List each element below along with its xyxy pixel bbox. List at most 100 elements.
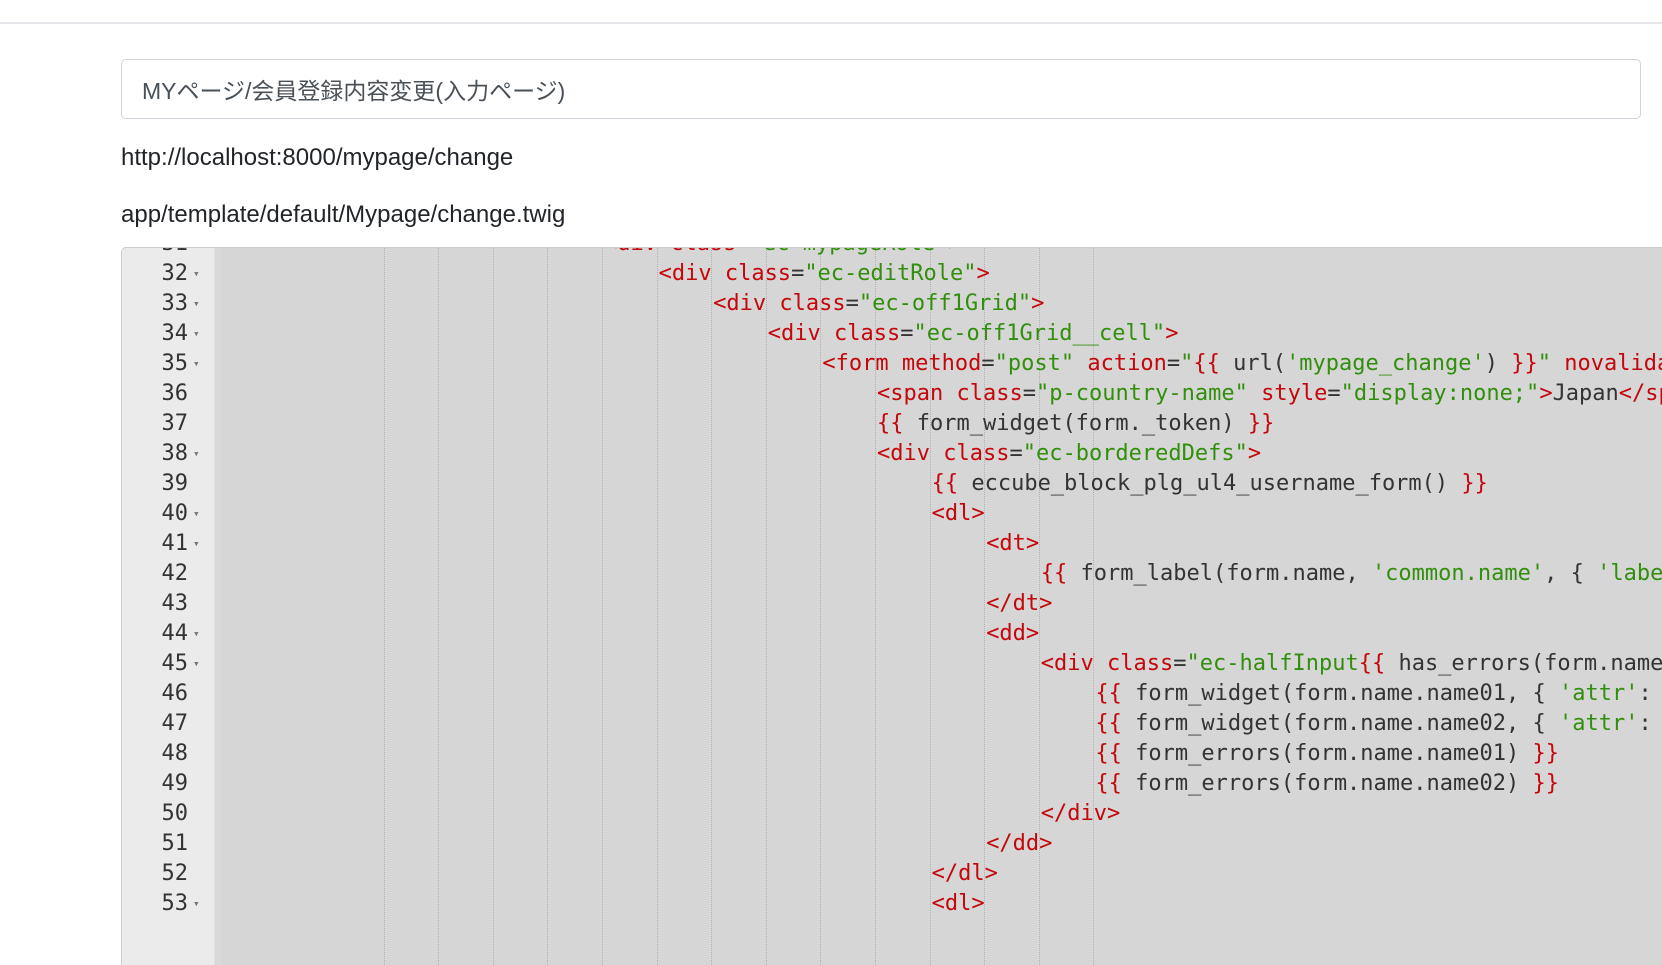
fold-arrow-icon[interactable]: ▾: [193, 319, 207, 349]
code-token: </div>: [1040, 801, 1121, 826]
code-line[interactable]: {{ form_widget(form.name.name02, { 'attr…: [1095, 709, 1662, 739]
code-line[interactable]: {{ form_widget(form.name.name01, { 'attr…: [1095, 679, 1662, 709]
fold-arrow-icon[interactable]: ▾: [193, 259, 207, 289]
code-line[interactable]: <form method="post" action="{{ url('mypa…: [822, 349, 1662, 379]
code-token: 'attr': [1558, 711, 1639, 736]
code-line[interactable]: {{ form_errors(form.name.name02) }}: [1095, 769, 1559, 799]
code-line[interactable]: <dt>: [986, 529, 1039, 559]
code-line[interactable]: <div class="ec-borderedDefs">: [877, 439, 1261, 469]
code-token: <div: [604, 248, 670, 256]
code-token: {{: [1095, 681, 1122, 706]
code-token: "p-country-name": [1035, 381, 1248, 406]
code-token: {{: [1095, 711, 1122, 736]
line-number: 44: [161, 621, 189, 646]
code-line[interactable]: {{ form_widget(form._token) }}: [877, 409, 1274, 439]
code-line[interactable]: <div class="ec-editRole">: [659, 259, 990, 289]
code-token: <form: [822, 351, 902, 376]
code-token: =: [1009, 441, 1023, 466]
code-token: }}: [1532, 771, 1560, 796]
code-token: form_widget(form._token): [903, 411, 1248, 436]
code-token: has_errors(form.name.name01, form.name.n…: [1398, 651, 1662, 676]
code-line[interactable]: </dl>: [932, 859, 998, 889]
code-token: "ec-halfInput: [1186, 651, 1359, 676]
editor-code-area[interactable]: <div class="ec-mypageRole"><div class="e…: [221, 248, 1662, 965]
line-number: 39: [161, 471, 189, 496]
code-line[interactable]: </dd>: [986, 829, 1052, 859]
fold-arrow-icon[interactable]: ▾: [193, 248, 207, 259]
fold-arrow-icon[interactable]: ▾: [193, 349, 207, 379]
indent-guide: [711, 248, 713, 965]
indent-guide: [656, 248, 658, 965]
code-token: action: [1087, 351, 1167, 376]
fold-arrow-icon[interactable]: ▾: [193, 529, 207, 559]
code-token: =: [1022, 381, 1036, 406]
code-token: </dl>: [931, 861, 998, 886]
code-line[interactable]: <dd>: [986, 619, 1039, 649]
code-line[interactable]: <dl>: [932, 889, 985, 919]
code-token: =: [900, 321, 914, 346]
code-line[interactable]: <div class="ec-off1Grid__cell">: [768, 319, 1179, 349]
code-token: form_errors(form.name.name02): [1121, 771, 1533, 796]
fold-arrow-icon[interactable]: ▾: [193, 499, 207, 529]
fold-arrow-icon[interactable]: ▾: [193, 439, 207, 469]
code-line[interactable]: <span class="p-country-name" style="disp…: [877, 379, 1662, 409]
top-divider: [0, 22, 1662, 24]
line-number: 42: [161, 561, 189, 586]
code-token: }}: [1461, 471, 1488, 496]
code-token: >: [1539, 381, 1553, 406]
code-token: "ec-mypageRole": [750, 248, 949, 256]
code-token: 'label_attr': [1597, 561, 1662, 586]
code-token: "ec-borderedDefs": [1022, 441, 1248, 466]
code-line[interactable]: {{ eccube_block_plg_ul4_username_form() …: [932, 469, 1488, 499]
code-token: ": [1180, 351, 1194, 376]
code-token: {{: [1095, 771, 1122, 796]
code-token: =: [1173, 651, 1187, 676]
code-token: class: [779, 291, 846, 316]
fold-arrow-icon[interactable]: ▾: [193, 649, 207, 679]
code-line[interactable]: </div>: [1041, 799, 1120, 829]
code-token: {{: [1095, 741, 1122, 766]
indent-guide: [765, 248, 767, 965]
line-number: 52: [161, 861, 189, 886]
page-title-input[interactable]: [121, 59, 1641, 119]
line-number: 50: [161, 801, 189, 826]
code-token: : {: [1638, 711, 1652, 736]
code-token: </span>: [1618, 381, 1662, 406]
code-token: class: [670, 248, 736, 256]
code-token: >: [976, 261, 990, 286]
code-token: }}: [1532, 741, 1560, 766]
code-token: 'common.name': [1371, 561, 1545, 586]
code-token: form_errors(form.name.name01): [1121, 741, 1533, 766]
code-token: {{: [1358, 651, 1386, 676]
code-token: "ec-off1Grid": [858, 291, 1032, 316]
code-line[interactable]: <div class="ec-off1Grid">: [713, 289, 1044, 319]
code-token: {{: [877, 411, 904, 436]
code-token: <dl>: [931, 891, 985, 916]
code-token: {{: [931, 471, 959, 496]
code-line[interactable]: </dt>: [986, 589, 1052, 619]
code-token: 'mypage_change': [1286, 351, 1485, 376]
code-editor[interactable]: 31▾32▾33▾34▾35▾363738▾3940▾41▾424344▾45▾…: [121, 247, 1662, 965]
fold-arrow-icon[interactable]: ▾: [193, 619, 207, 649]
template-path: app/template/default/Mypage/change.twig: [121, 201, 566, 228]
code-line[interactable]: {{ form_label(form.name, 'common.name', …: [1041, 559, 1662, 589]
code-token: =: [1327, 381, 1341, 406]
code-token: form_label(form.name,: [1067, 561, 1372, 586]
line-number: 49: [161, 771, 189, 796]
code-token: <span: [877, 381, 957, 406]
code-token: class: [1107, 651, 1174, 676]
code-token: : {: [1638, 681, 1652, 706]
code-token: class: [724, 261, 792, 286]
code-line[interactable]: {{ form_errors(form.name.name01) }}: [1095, 739, 1559, 769]
code-token: =: [1166, 351, 1181, 376]
fold-arrow-icon[interactable]: ▾: [193, 289, 207, 319]
code-line[interactable]: <dl>: [932, 499, 985, 529]
code-line[interactable]: <div class="ec-halfInput{{ has_errors(fo…: [1041, 649, 1662, 679]
fold-arrow-icon[interactable]: ▾: [193, 889, 207, 919]
code-token: form_widget(form.name.name02, {: [1121, 711, 1559, 736]
code-line[interactable]: <div class="ec-mypageRole">: [604, 248, 962, 259]
code-token: form_widget(form.name.name01, {: [1121, 681, 1559, 706]
